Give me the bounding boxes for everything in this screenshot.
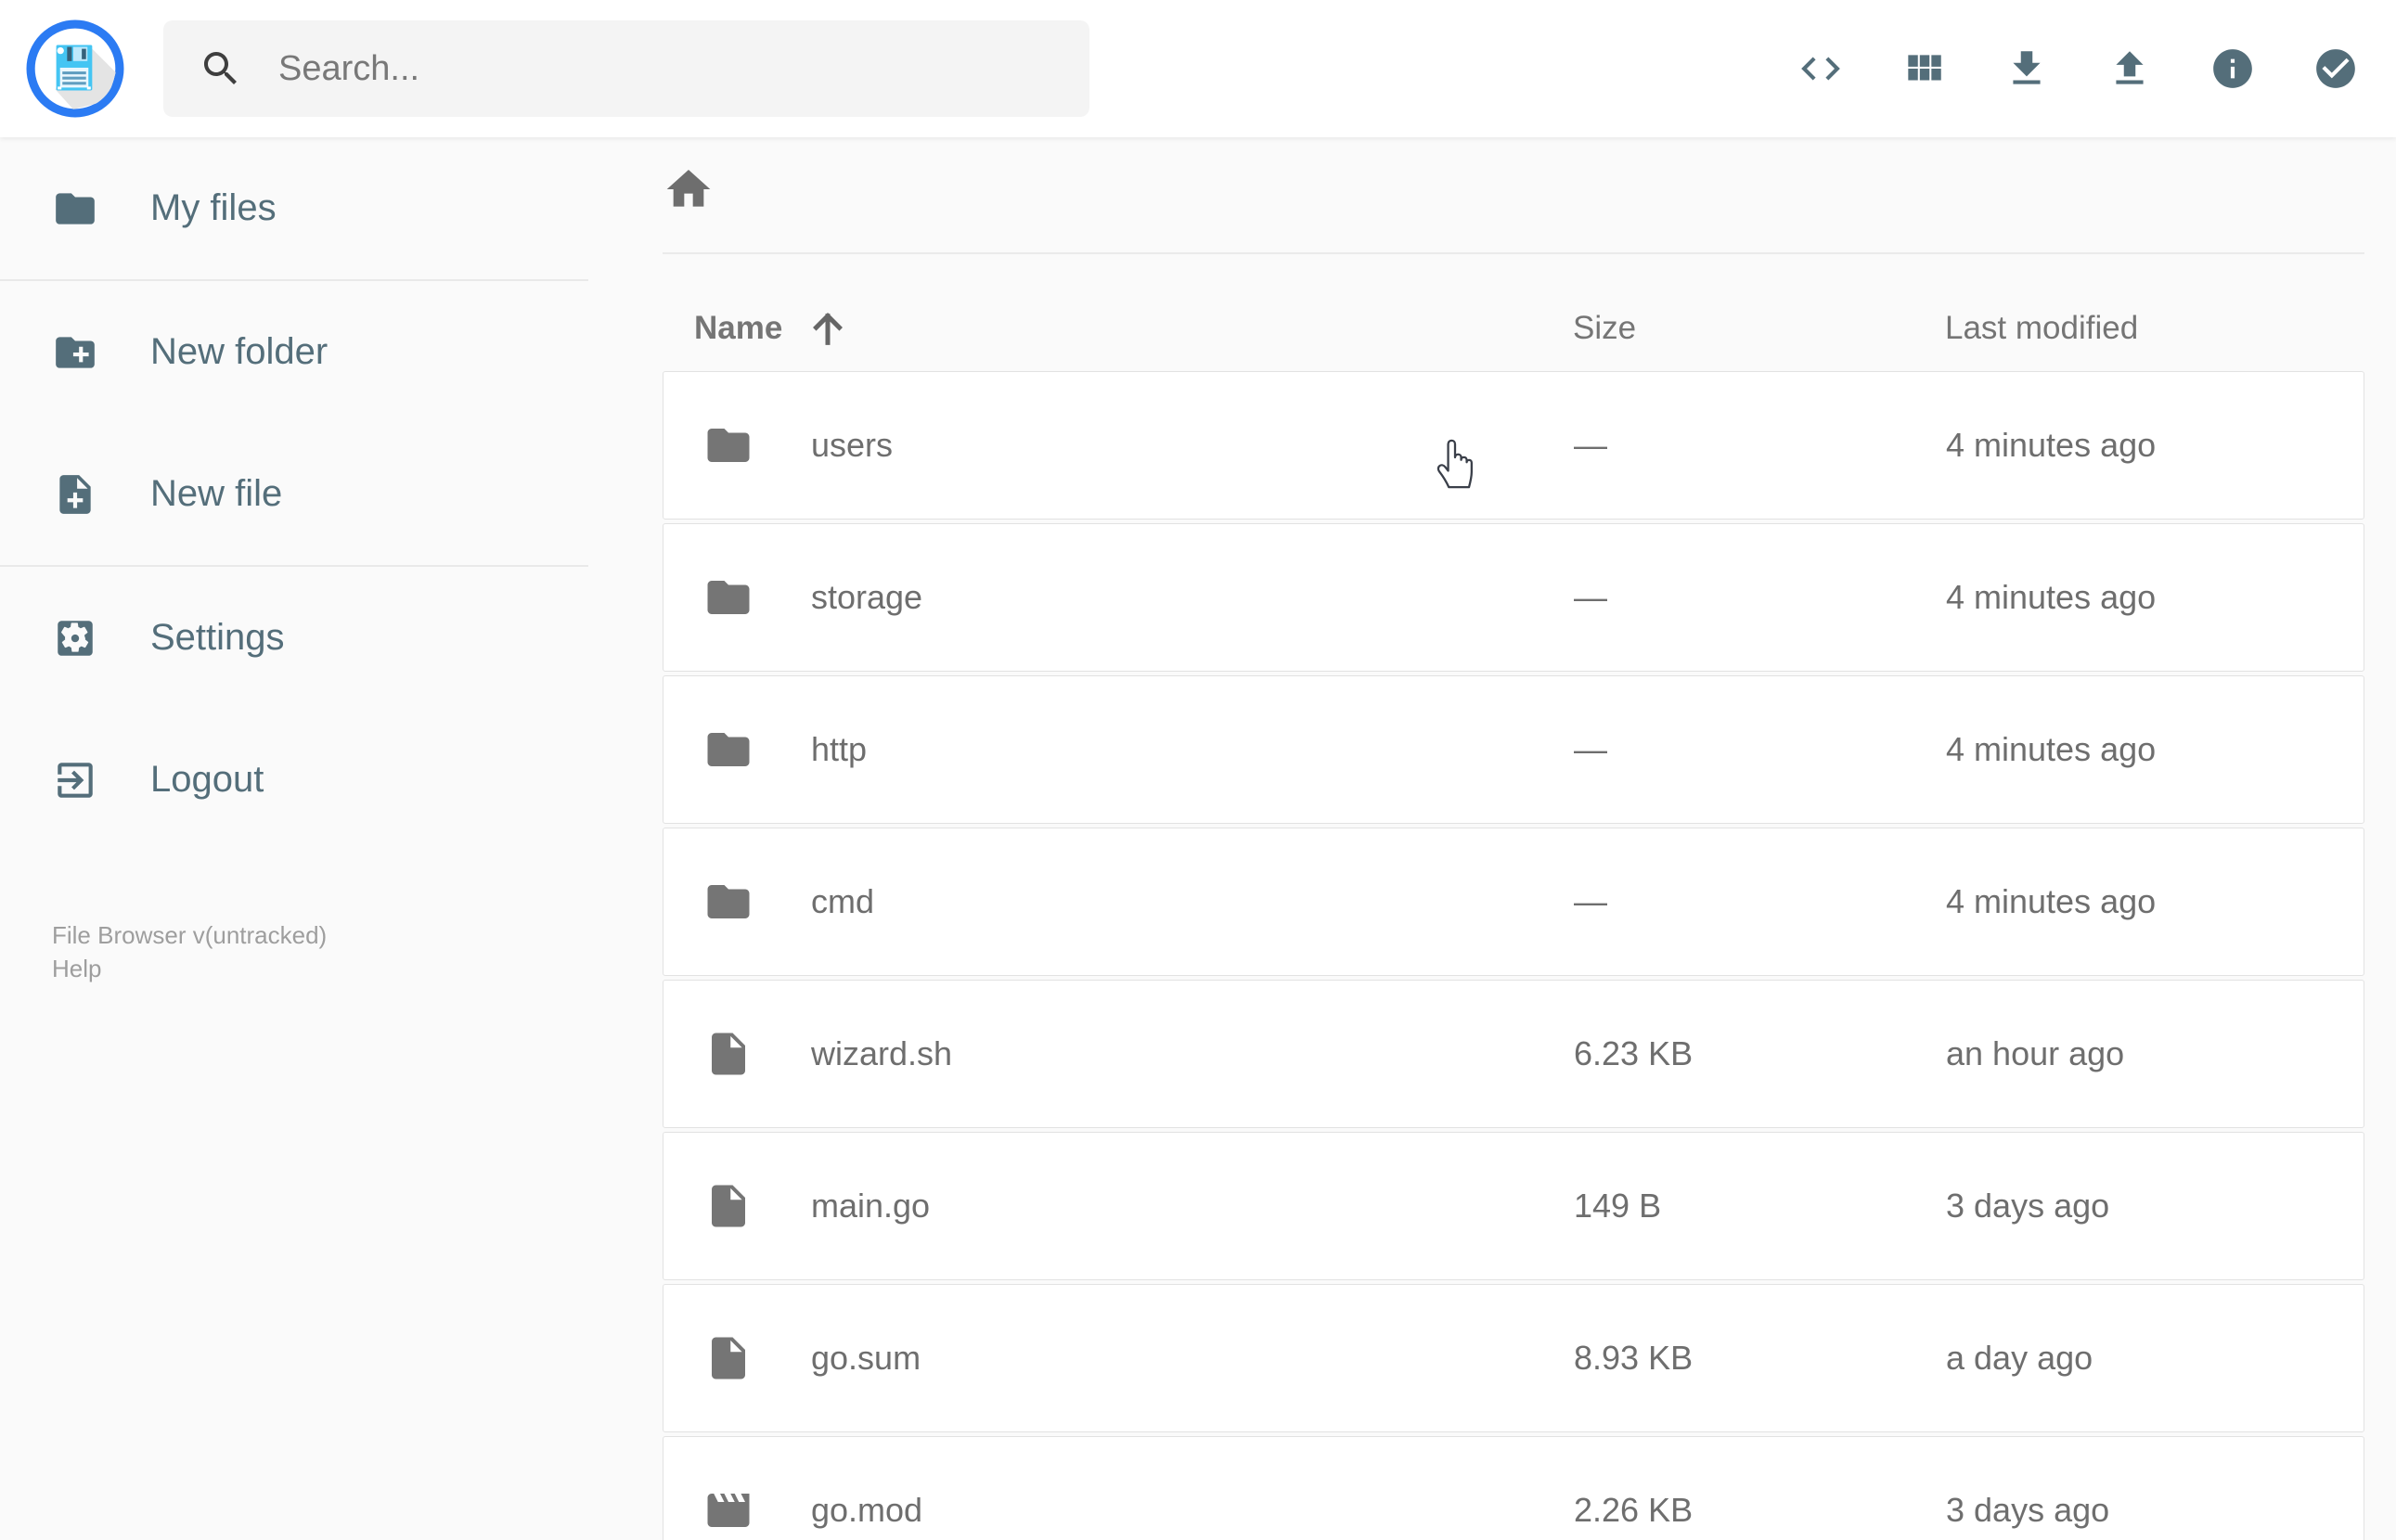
sidebar-footer: File Browser v(untracked) Help (52, 918, 327, 985)
grid-view-icon (1908, 55, 1941, 81)
sidebar-item-new-file[interactable]: New file (0, 423, 588, 565)
select-check-icon (2316, 49, 2355, 88)
sort-by-name-header[interactable]: Name (663, 307, 1573, 350)
filebrowser-app: { "palette": { "accent": "#546e7a", "bra… (0, 0, 2396, 1540)
name-column-label: Name (694, 310, 783, 346)
folder-icon (703, 420, 754, 470)
file-listing-area: Name Size Last modified users — 4 minute… (588, 137, 2396, 1540)
file-name: main.go (811, 1187, 931, 1225)
file-name: users (811, 426, 894, 464)
new-folder-icon (56, 336, 95, 368)
sidebar-item-logout[interactable]: Logout (0, 709, 588, 851)
file-modified: an hour ago (1946, 1034, 2125, 1072)
movie-file-icon (703, 1485, 754, 1535)
file-modified: 3 days ago (1946, 1491, 2110, 1529)
file-modified: 3 days ago (1946, 1187, 2110, 1225)
sidebar-item-label: Settings (150, 617, 285, 658)
search-input[interactable] (277, 47, 1054, 90)
file-modified: 4 minutes ago (1946, 578, 2157, 616)
file-row-main-go[interactable]: main.go 149 B 3 days ago (663, 1132, 2364, 1280)
sort-by-modified-header[interactable]: Last modified (1945, 310, 2364, 347)
folder-icon (56, 192, 95, 225)
file-size: 149 B (1574, 1187, 1662, 1225)
sidebar: My files New folder New file Settings Lo… (0, 137, 588, 1540)
file-icon (703, 1181, 754, 1231)
file-name: wizard.sh (811, 1034, 953, 1072)
home-icon (666, 170, 711, 207)
sidebar-item-label: My files (150, 187, 277, 228)
code-icon (1801, 57, 1840, 81)
folder-icon (703, 725, 754, 775)
file-size: — (1574, 882, 1607, 920)
sidebar-item-label: New folder (150, 331, 328, 372)
sidebar-item-new-folder[interactable]: New folder (0, 281, 588, 423)
new-file-icon (59, 474, 91, 514)
sidebar-item-my-files[interactable]: My files (0, 137, 588, 279)
file-name: go.mod (811, 1491, 923, 1529)
arrow-up-icon (813, 313, 844, 345)
sidebar-item-settings[interactable]: Settings (0, 567, 588, 709)
file-row-http[interactable]: http — 4 minutes ago (663, 675, 2364, 824)
grid-view-button[interactable] (1900, 45, 1947, 92)
upload-icon (2116, 51, 2144, 84)
file-row-go-sum[interactable]: go.sum 8.93 KB a day ago (663, 1284, 2364, 1432)
file-modified: a day ago (1946, 1339, 2093, 1377)
version-link[interactable]: File Browser v(untracked) (52, 918, 327, 952)
settings-icon (58, 620, 93, 656)
file-name: cmd (811, 882, 875, 920)
breadcrumb-home[interactable] (663, 163, 715, 215)
file-name: storage (811, 578, 923, 616)
sidebar-item-label: Logout (150, 759, 264, 800)
sort-by-size-header[interactable]: Size (1573, 310, 1945, 347)
file-name: http (811, 730, 868, 768)
file-modified: 4 minutes ago (1946, 730, 2157, 768)
file-row-wizard-sh[interactable]: wizard.sh 6.23 KB an hour ago (663, 980, 2364, 1128)
info-button[interactable] (2209, 45, 2256, 92)
file-size: — (1574, 730, 1607, 768)
help-link[interactable]: Help (52, 952, 327, 985)
upload-button[interactable] (2106, 45, 2153, 92)
filebrowser-logo[interactable] (26, 19, 124, 118)
listing-header: Name Size Last modified (663, 286, 2364, 371)
file-icon (703, 1029, 754, 1079)
file-icon (703, 1333, 754, 1383)
listing-rows: users — 4 minutes ago storage — 4 minute… (663, 371, 2364, 1540)
download-icon (2013, 51, 2041, 84)
shell-button[interactable] (1797, 45, 1844, 92)
file-size: — (1574, 426, 1607, 464)
file-listing: Name Size Last modified users — 4 minute… (663, 286, 2364, 1540)
folder-icon (703, 877, 754, 927)
file-size: 6.23 KB (1574, 1034, 1694, 1072)
sidebar-item-label: New file (150, 473, 283, 514)
file-row-cmd[interactable]: cmd — 4 minutes ago (663, 828, 2364, 976)
file-name: go.sum (811, 1339, 921, 1377)
file-modified: 4 minutes ago (1946, 426, 2157, 464)
file-size: 8.93 KB (1574, 1339, 1694, 1377)
file-row-users[interactable]: users — 4 minutes ago (663, 371, 2364, 520)
file-modified: 4 minutes ago (1946, 882, 2157, 920)
logout-icon (58, 762, 93, 798)
file-row-go-mod[interactable]: go.mod 2.26 KB 3 days ago (663, 1436, 2364, 1540)
breadcrumb-divider (663, 252, 2364, 254)
header-actions (1797, 0, 2359, 137)
folder-icon (703, 572, 754, 622)
select-multiple-button[interactable] (2312, 45, 2359, 92)
file-row-storage[interactable]: storage — 4 minutes ago (663, 523, 2364, 672)
download-button[interactable] (2003, 45, 2050, 92)
search-bar[interactable] (163, 20, 1089, 117)
search-icon (204, 52, 237, 84)
info-icon (2213, 49, 2252, 88)
file-size: — (1574, 578, 1607, 616)
file-size: 2.26 KB (1574, 1491, 1694, 1529)
top-bar (0, 0, 2396, 137)
